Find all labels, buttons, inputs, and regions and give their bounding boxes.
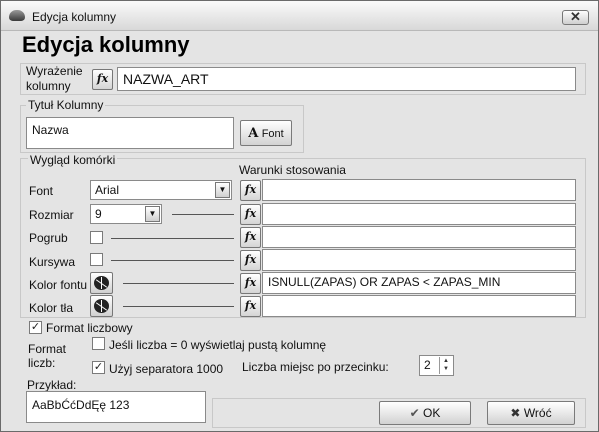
format-label-line1: Format [28,342,67,356]
font-dropdown-arrow[interactable]: ▼ [215,182,230,198]
chevron-down-icon: ▼ [148,209,157,218]
size-connector-line [172,214,234,215]
ok-button[interactable]: ✔ OK [379,401,471,425]
expression-label-line1: Wyrażenie [26,64,83,78]
cancel-button-label: Wróć [523,406,552,420]
function-icon: fx [244,207,257,220]
decimals-label: Liczba miejsc po przecinku: [242,360,389,374]
font-color-connector-line [123,283,234,284]
italic-condition-fx-button[interactable]: fx [240,250,261,271]
app-icon [9,10,25,21]
bg-color-condition-input[interactable] [262,295,576,317]
italic-condition-input[interactable] [262,249,576,271]
function-icon: fx [244,276,257,289]
font-select-value: Arial [95,183,120,197]
font-select[interactable]: Arial ▼ [90,180,232,200]
size-label: Rozmiar [29,208,74,222]
font-color-button[interactable] [90,272,113,294]
expression-input[interactable]: NAZWA_ART [117,67,576,91]
size-select[interactable]: 9 ▼ [90,204,162,224]
close-button[interactable]: ✕ [562,10,589,25]
cell-look-label: Wygląd komórki [28,153,118,167]
cancel-button[interactable]: ✖ Wróć [487,401,575,425]
italic-label: Kursywa [29,255,76,269]
bg-color-button[interactable] [90,295,113,317]
zero-empty-label: Jeśli liczba = 0 wyświetlaj pustą kolumn… [109,338,327,352]
title-bar[interactable]: Edycja kolumny ✕ [1,1,598,31]
size-dropdown-arrow[interactable]: ▼ [145,206,160,222]
size-condition-fx-button[interactable]: fx [240,204,261,225]
size-condition-input[interactable] [262,203,576,225]
function-icon: fx [244,230,257,243]
decimals-value: 2 [424,358,431,372]
bold-connector-line [111,238,234,239]
check-icon: ✓ [93,361,104,373]
cancel-x-icon: ✖ [510,406,521,420]
expression-fx-button[interactable]: fx [92,69,113,90]
example-preview: AaBbĆćDdĘę 123 [26,391,206,423]
font-condition-input[interactable] [262,179,576,201]
function-icon: fx [96,72,109,85]
function-icon: fx [244,253,257,266]
column-title-input[interactable]: Nazwa [26,117,234,149]
bg-color-condition-fx-button[interactable]: fx [240,296,261,317]
bg-color-connector-line [123,306,234,307]
chevron-down-icon: ▼ [218,185,227,194]
dialog-window: Edycja kolumny ✕ Edycja kolumny Wyrażeni… [0,0,599,432]
function-icon: fx [244,299,257,312]
font-color-label: Kolor fontu [29,278,88,292]
font-button[interactable]: A Font [240,120,292,146]
spin-up-icon[interactable]: ▲ [440,357,452,365]
size-select-value: 9 [95,207,102,221]
font-color-condition-input[interactable]: ISNULL(ZAPAS) OR ZAPAS < ZAPAS_MIN [262,272,576,294]
font-a-icon: A [248,126,259,141]
number-format-checkbox[interactable]: ✓ [29,321,42,334]
format-label-line2: liczb: [28,356,56,370]
ok-button-label: OK [423,406,441,420]
expression-label-line2: kolumny [26,79,71,93]
check-icon: ✓ [30,321,41,333]
bold-condition-input[interactable] [262,226,576,248]
color-wheel-icon [94,299,109,313]
example-label: Przykład: [27,378,77,392]
spin-down-icon[interactable]: ▼ [440,365,452,373]
italic-checkbox[interactable] [90,253,103,266]
font-color-condition-fx-button[interactable]: fx [240,273,261,294]
font-button-label: Font [261,128,284,140]
page-title: Edycja kolumny [22,32,190,57]
color-wheel-icon [94,276,109,290]
window-title: Edycja kolumny [32,10,117,24]
thousands-separator-label: Użyj separatora 1000 [109,362,224,376]
decimals-spin-arrows[interactable]: ▲ ▼ [439,357,452,374]
bold-label: Pogrub [29,231,68,245]
column-title-label: Tytuł Kolumny [26,98,106,112]
font-condition-fx-button[interactable]: fx [240,180,261,201]
bg-color-label: Kolor tła [29,301,74,315]
thousands-separator-checkbox[interactable]: ✓ [92,361,105,374]
bold-condition-fx-button[interactable]: fx [240,227,261,248]
font-label: Font [29,184,54,198]
decimals-spinner[interactable]: 2 ▲ ▼ [419,355,454,376]
zero-empty-checkbox[interactable] [92,337,105,350]
conditions-header: Warunki stosowania [239,163,346,177]
bold-checkbox[interactable] [90,231,103,244]
close-icon: ✕ [570,9,581,24]
italic-connector-line [111,260,234,261]
ok-check-icon: ✔ [409,406,420,420]
number-format-label: Format liczbowy [46,321,133,335]
function-icon: fx [244,183,257,196]
